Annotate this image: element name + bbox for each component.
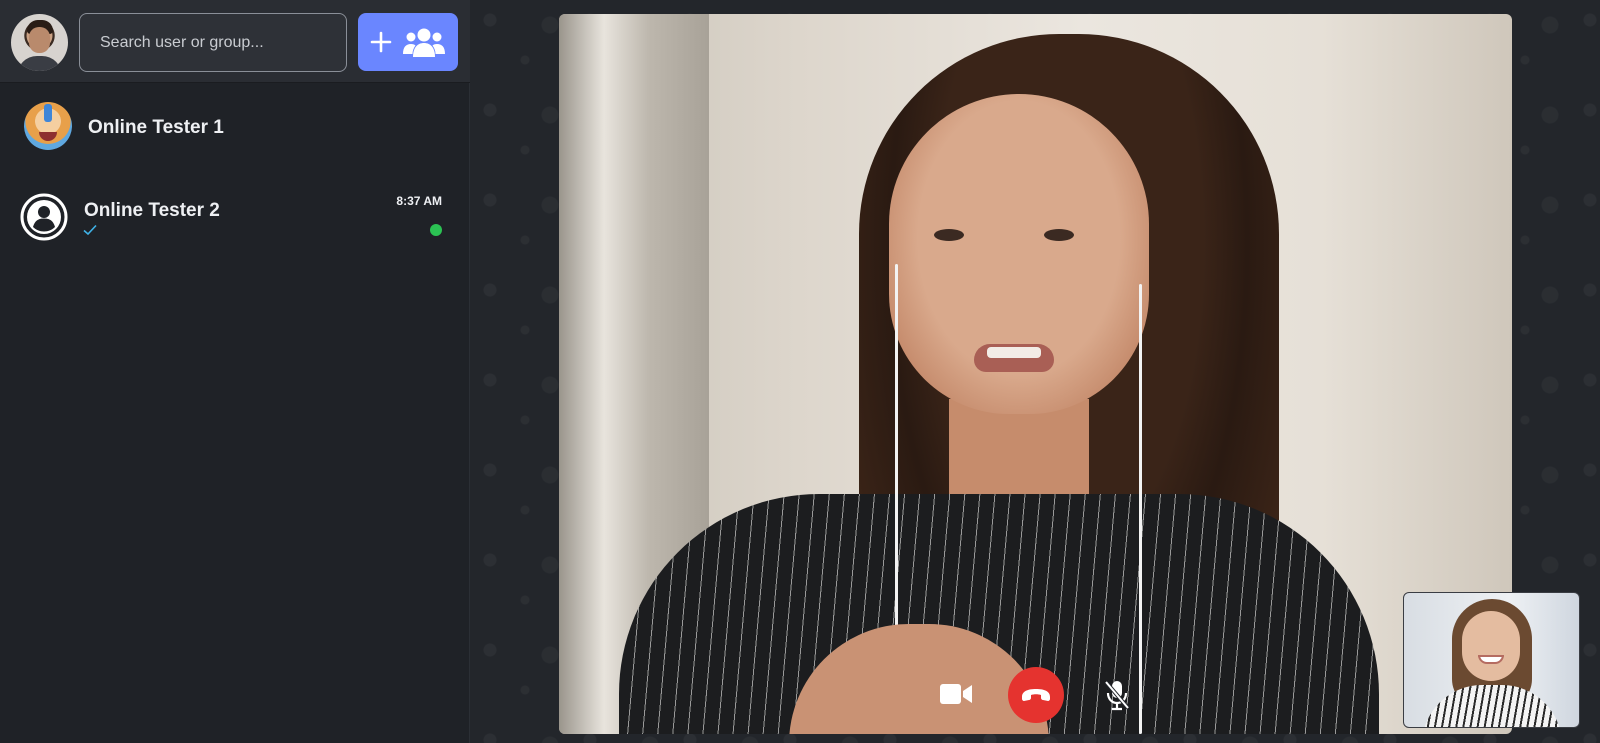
local-shirt <box>1422 685 1562 727</box>
local-video-preview[interactable] <box>1403 592 1580 728</box>
group-icon <box>403 28 445 57</box>
chat-item[interactable]: Online Tester 2 8:37 AM <box>0 84 470 241</box>
new-group-button[interactable] <box>358 13 458 71</box>
user-circle-icon <box>20 193 68 241</box>
video-toggle-button[interactable] <box>937 675 975 713</box>
my-avatar[interactable] <box>11 14 68 71</box>
microphone-slash-icon <box>1104 680 1130 711</box>
sidebar: Online Tester 1 Online Tester 2 8:37 AM <box>0 0 470 743</box>
remote-teeth <box>987 347 1041 358</box>
earphone-cable <box>1139 284 1142 734</box>
avatar-shirt <box>17 56 62 71</box>
end-call-button[interactable] <box>1008 667 1064 723</box>
remote-eye <box>934 229 964 241</box>
remote-eye <box>1044 229 1074 241</box>
plus-icon <box>370 31 392 53</box>
phone-hangup-icon <box>1022 689 1050 701</box>
video-camera-icon <box>940 684 972 704</box>
sidebar-header <box>0 0 470 83</box>
remote-video <box>559 14 1512 734</box>
chat-time: 8:37 AM <box>396 194 442 208</box>
chat-name: Online Tester 2 <box>84 200 220 221</box>
mute-toggle-button[interactable] <box>1100 677 1134 713</box>
read-check-icon <box>83 224 97 236</box>
avatar-face <box>29 27 50 53</box>
local-face <box>1462 611 1520 681</box>
search-input[interactable] <box>79 13 347 72</box>
online-status-dot <box>430 224 442 236</box>
